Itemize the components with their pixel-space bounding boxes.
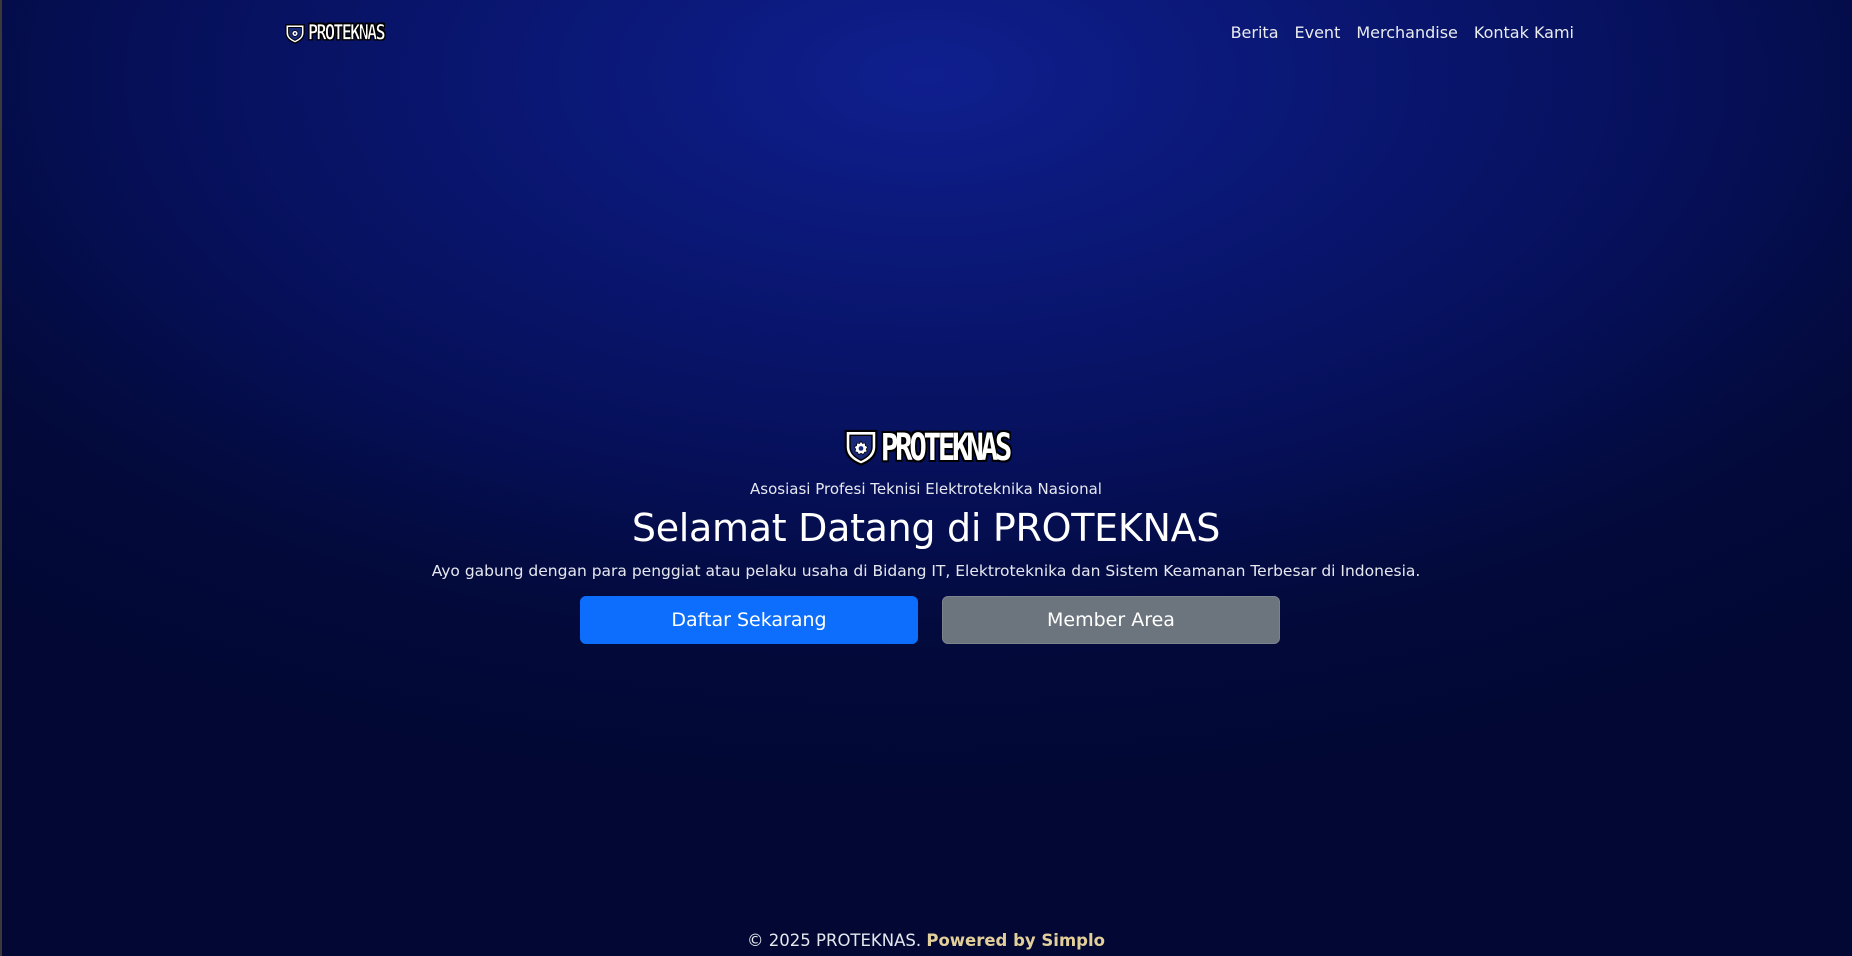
hero-logo: PROTEKNAS (843, 424, 1013, 470)
lead-text: Ayo gabung dengan para penggiat atau pel… (431, 562, 1421, 580)
hero-buttons: Daftar Sekarang Member Area (580, 596, 1280, 644)
footer-copyright: © 2025 PROTEKNAS. (747, 931, 922, 950)
proteknas-shield-icon (844, 429, 878, 466)
nav-link-berita[interactable]: Berita (1223, 22, 1287, 44)
proteknas-shield-icon (285, 24, 305, 44)
nav-link-event[interactable]: Event (1287, 22, 1349, 44)
brand-logo-link[interactable]: PROTEKNAS (284, 20, 386, 46)
navbar: PROTEKNAS Berita Event Merchandise Konta… (284, 20, 1574, 46)
hero-section: PROTEKNAS Asosiasi Profesi Teknisi Elekt… (0, 424, 1852, 644)
brand-wordmark: PROTEKNAS (308, 20, 386, 46)
nav-link-kontak-kami[interactable]: Kontak Kami (1466, 22, 1574, 44)
tagline: Asosiasi Profesi Teknisi Elektroteknika … (750, 480, 1102, 498)
powered-by-link[interactable]: Powered by Simplo (926, 931, 1105, 950)
footer: © 2025 PROTEKNAS. Powered by Simplo (0, 931, 1852, 951)
member-area-button[interactable]: Member Area (942, 596, 1280, 644)
nav-link-merchandise[interactable]: Merchandise (1348, 22, 1466, 44)
hero-wordmark: PROTEKNAS (880, 424, 1013, 470)
page-title: Selamat Datang di PROTEKNAS (631, 506, 1221, 550)
daftar-sekarang-button[interactable]: Daftar Sekarang (580, 596, 918, 644)
nav-links: Berita Event Merchandise Kontak Kami (1223, 22, 1574, 44)
